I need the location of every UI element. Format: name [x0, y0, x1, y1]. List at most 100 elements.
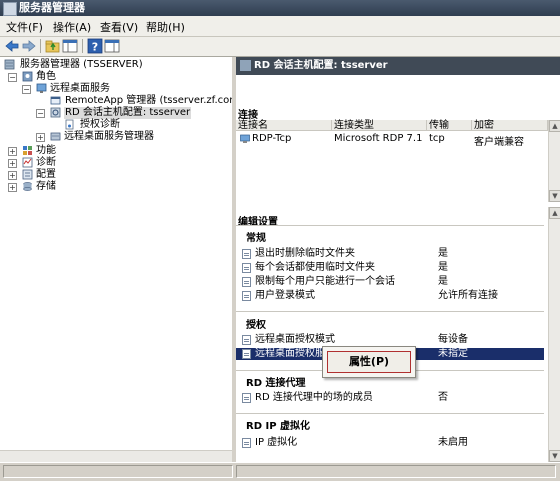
window-title: 服务器管理器 — [19, 1, 85, 14]
divider — [236, 413, 544, 414]
setting-value: 未指定 — [438, 348, 468, 359]
session-host-config-icon — [50, 107, 61, 118]
setting-name: RD 连接代理中的场的成员 — [255, 392, 373, 403]
details-header-title: RD 会话主机配置: tsserver — [254, 60, 388, 71]
tree-pane: 服务器管理器 (TSSERVER) − 角色 − 远程桌面服务 RemoteAp… — [0, 57, 233, 462]
expand-icon[interactable]: + — [8, 171, 17, 180]
setting-icon — [242, 438, 251, 448]
menu-help[interactable]: 帮助(H) — [146, 19, 185, 35]
tree-label: 存储 — [36, 181, 56, 192]
tree-label: 远程桌面服务管理器 — [64, 131, 154, 142]
col-connection-name[interactable]: 连接名 — [236, 120, 332, 131]
diagnostics-icon — [22, 157, 33, 168]
setting-value: 否 — [438, 392, 448, 403]
server-icon — [4, 59, 15, 70]
tree-label: 功能 — [36, 145, 56, 156]
details-header: RD 会话主机配置: tsserver — [236, 57, 560, 75]
rds-manager-icon — [50, 132, 61, 141]
connections-scrollbar[interactable]: ▲ ▼ — [548, 120, 560, 202]
setting-name: IP 虚拟化 — [255, 437, 298, 448]
setting-row[interactable]: 用户登录模式 允许所有连接 — [236, 290, 544, 302]
menu-view[interactable]: 查看(V) — [100, 19, 138, 35]
status-bar — [0, 462, 560, 481]
menu-action[interactable]: 操作(A) — [53, 19, 91, 35]
setting-icon — [242, 249, 251, 259]
tree-label: 服务器管理器 (TSSERVER) — [20, 59, 143, 70]
setting-value: 是 — [438, 276, 448, 287]
expand-icon[interactable]: + — [8, 147, 17, 156]
roles-icon — [22, 71, 33, 82]
up-folder-icon[interactable] — [45, 38, 61, 54]
setting-row[interactable]: 每个会话都使用临时文件夹 是 — [236, 262, 544, 274]
scroll-down-icon[interactable]: ▼ — [549, 190, 560, 202]
details-subheader — [236, 75, 560, 103]
tree-label: 授权诊断 — [80, 119, 120, 130]
general-title: 常规 — [246, 233, 266, 244]
settings-scrollbar[interactable]: ▲ ▼ — [548, 207, 560, 462]
edit-settings-area: 常规 退出时删除临时文件夹 是 每个会话都使用临时文件夹 是 限制每个用户只能进… — [236, 207, 544, 462]
setting-icon — [242, 393, 251, 403]
setting-icon — [242, 335, 251, 345]
back-icon[interactable] — [4, 38, 20, 54]
setting-row[interactable]: 退出时删除临时文件夹 是 — [236, 248, 544, 260]
collapse-icon[interactable]: − — [8, 73, 17, 82]
expand-icon[interactable]: + — [36, 133, 45, 142]
collapse-icon[interactable]: − — [36, 109, 45, 118]
setting-icon — [242, 277, 251, 287]
help-icon[interactable]: ? — [87, 38, 103, 54]
tree-label: 远程桌面服务 — [50, 83, 110, 94]
scroll-down-icon[interactable]: ▼ — [549, 450, 560, 462]
setting-name: 每个会话都使用临时文件夹 — [255, 262, 375, 273]
tree-label: 角色 — [36, 71, 56, 82]
rdp-connection-icon — [240, 134, 250, 143]
remote-desktop-icon — [36, 83, 47, 93]
configuration-icon — [22, 169, 33, 180]
menu-bar: 文件(F) 操作(A) 查看(V) 帮助(H) — [0, 16, 560, 37]
setting-value: 是 — [438, 262, 448, 273]
toolbar-separator — [40, 39, 41, 53]
licensing-icon — [65, 119, 74, 130]
features-icon — [23, 146, 32, 155]
expand-icon[interactable]: + — [8, 183, 17, 192]
setting-value: 未启用 — [438, 437, 468, 448]
toolbar: ? — [0, 37, 560, 57]
setting-row[interactable]: 远程桌面授权模式 每设备 — [236, 334, 544, 346]
setting-name: 退出时删除临时文件夹 — [255, 248, 355, 259]
tree-label: RD 会话主机配置: tsserver — [64, 107, 192, 119]
setting-icon — [242, 291, 251, 301]
status-panel — [3, 465, 233, 478]
expand-icon[interactable]: + — [8, 159, 17, 168]
scroll-up-icon[interactable]: ▲ — [549, 207, 560, 219]
properties-menu-item[interactable]: 属性(P) — [327, 351, 411, 373]
setting-row[interactable]: 限制每个用户只能进行一个会话 是 — [236, 276, 544, 288]
connections-header: 连接名 连接类型 传输 加密 — [236, 120, 548, 131]
setting-value: 允许所有连接 — [438, 290, 498, 301]
licensing-title: 授权 — [246, 320, 266, 331]
col-transport[interactable]: 传输 — [427, 120, 472, 131]
ip-virtualization-title: RD IP 虚拟化 — [246, 421, 311, 432]
svg-text:?: ? — [92, 41, 98, 54]
scroll-up-icon[interactable]: ▲ — [549, 120, 560, 132]
col-connection-type[interactable]: 连接类型 — [332, 120, 427, 131]
storage-icon — [23, 182, 32, 191]
forward-icon[interactable] — [21, 38, 37, 54]
connection-row[interactable]: RDP-Tcp Microsoft RDP 7.1 tcp 客户端兼容 — [236, 133, 548, 148]
session-host-config-icon — [240, 60, 251, 71]
setting-icon — [242, 263, 251, 273]
setting-value: 每设备 — [438, 334, 468, 345]
setting-row[interactable]: IP 虚拟化 未启用 — [236, 437, 544, 449]
setting-name: 限制每个用户只能进行一个会话 — [255, 276, 395, 287]
connection-name: RDP-Tcp — [252, 133, 292, 144]
collapse-icon[interactable]: − — [22, 85, 31, 94]
show-hide-tree-icon[interactable] — [62, 38, 78, 54]
properties-icon[interactable] — [104, 38, 120, 54]
menu-file[interactable]: 文件(F) — [6, 19, 43, 35]
setting-value: 是 — [438, 248, 448, 259]
connections-title: 连接 — [238, 110, 258, 121]
connection-type: Microsoft RDP 7.1 — [334, 133, 423, 144]
context-menu: 属性(P) — [322, 346, 416, 378]
setting-row[interactable]: RD 连接代理中的场的成员 否 — [236, 392, 544, 404]
tree-label: 配置 — [36, 169, 56, 180]
toolbar-separator — [82, 39, 83, 53]
col-encryption[interactable]: 加密 — [472, 120, 548, 131]
